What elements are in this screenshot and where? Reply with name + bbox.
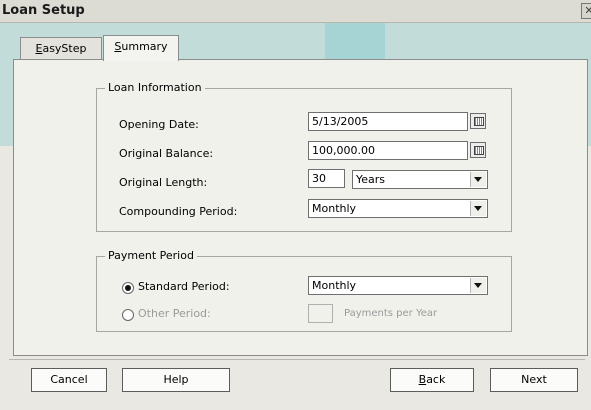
original-balance-label: Original Balance:	[119, 147, 214, 160]
cancel-button[interactable]: Cancel	[31, 368, 107, 392]
chevron-down-icon[interactable]	[470, 201, 486, 216]
back-button[interactable]: Back	[390, 368, 474, 392]
compounding-period-select[interactable]: Monthly	[308, 199, 488, 218]
opening-date-field[interactable]: 5/13/2005	[308, 112, 468, 131]
payments-per-year-label: Payments per Year	[344, 308, 438, 319]
other-period-label: Other Period:	[138, 307, 211, 320]
original-length-label: Original Length:	[119, 176, 208, 189]
separator	[9, 359, 585, 360]
calendar-icon[interactable]	[470, 113, 486, 129]
standard-period-label: Standard Period:	[138, 280, 230, 293]
close-icon[interactable]: ✕	[581, 3, 591, 19]
original-balance-field[interactable]: 100,000.00	[308, 141, 468, 160]
title-bar: Loan Setup ✕	[0, 0, 591, 23]
calculator-icon[interactable]	[470, 142, 486, 158]
help-button[interactable]: Help	[122, 368, 230, 392]
other-period-field[interactable]	[308, 304, 333, 323]
tab-summary[interactable]: Summary	[103, 35, 179, 61]
window-title: Loan Setup	[2, 3, 85, 18]
original-length-unit-select[interactable]: Years	[352, 170, 488, 189]
next-button[interactable]: Next	[490, 368, 578, 392]
tab-easystep[interactable]: EasyStep	[20, 37, 102, 60]
compounding-period-label: Compounding Period:	[119, 205, 238, 218]
standard-period-select[interactable]: Monthly	[308, 276, 488, 295]
chevron-down-icon[interactable]	[470, 172, 486, 187]
payment-period-legend: Payment Period	[105, 249, 197, 262]
original-length-field[interactable]: 30	[308, 169, 345, 188]
opening-date-label: Opening Date:	[119, 118, 199, 131]
standard-period-radio[interactable]	[122, 282, 134, 294]
chevron-down-icon[interactable]	[470, 278, 486, 293]
other-period-radio[interactable]	[122, 309, 134, 321]
loan-setup-window: Loan Setup ✕ EasyStep Summary Loan Infor…	[0, 0, 591, 410]
loan-information-legend: Loan Information	[105, 81, 205, 94]
